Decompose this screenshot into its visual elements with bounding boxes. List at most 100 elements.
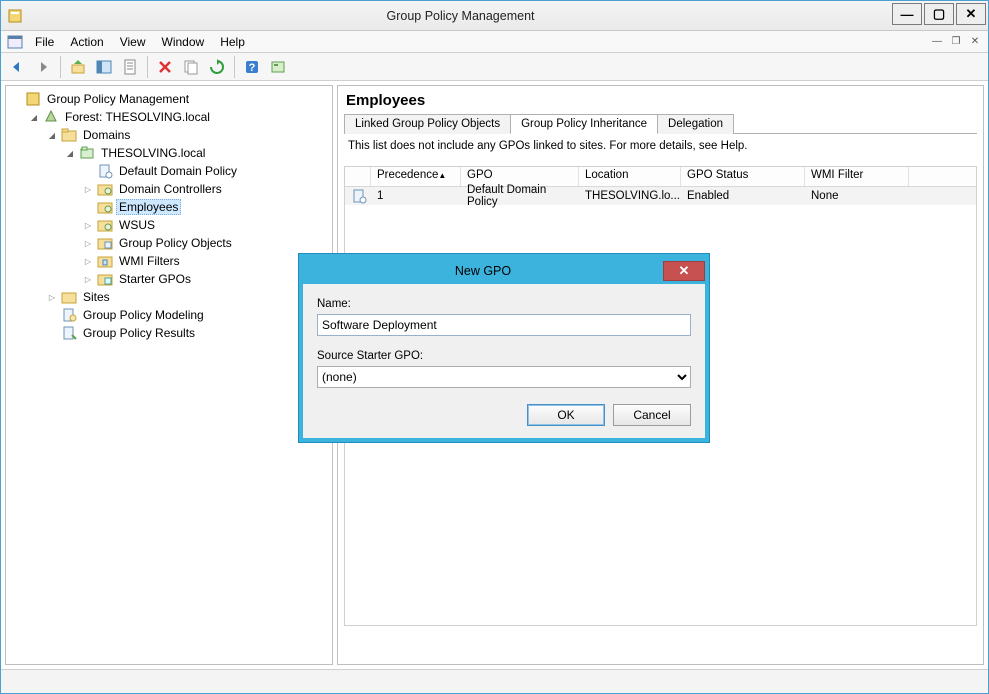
tree-domains-label: Domains [80,127,133,143]
gpo-link-icon [351,188,365,204]
titlebar: Group Policy Management — ▢ ✕ [1,1,988,31]
tree-gpo-container-label: Group Policy Objects [116,235,235,251]
mdi-close-icon[interactable]: ✕ [966,34,984,50]
name-input[interactable] [317,314,691,336]
mdi-restore-icon[interactable]: ❐ [947,34,965,50]
new-gpo-dialog: New GPO ✕ Name: Source Starter GPO: (non… [298,253,710,443]
col-wmi[interactable]: WMI Filter [805,167,909,186]
tabs: Linked Group Policy Objects Group Policy… [344,113,977,134]
cell-location: THESOLVING.lo... [579,189,681,203]
gp-settings-button[interactable] [266,55,290,79]
menu-window[interactable]: Window [154,33,213,51]
domains-folder-icon [61,127,77,143]
gpo-folder-icon [97,235,113,251]
copy-button[interactable] [179,55,203,79]
tree-default-policy-label: Default Domain Policy [116,163,240,179]
tree-wsus-label: WSUS [116,217,158,233]
cell-wmi: None [805,189,909,203]
dialog-close-button[interactable]: ✕ [663,261,705,281]
dialog-titlebar[interactable]: New GPO ✕ [303,258,705,284]
name-label: Name: [317,298,691,310]
starter-select[interactable]: (none) [317,366,691,388]
tree-root-label: Group Policy Management [44,91,192,107]
tree-modeling-label: Group Policy Modeling [80,307,207,323]
mdi-minimize-icon[interactable]: — [928,34,946,50]
tree-sites[interactable]: Sites [44,288,330,306]
dialog-title: New GPO [303,264,663,278]
tree-starter[interactable]: Starter GPOs [80,270,330,288]
tree-starter-label: Starter GPOs [116,271,194,287]
properties-button[interactable] [118,55,142,79]
tab-delegation[interactable]: Delegation [657,114,734,134]
svg-text:?: ? [249,62,256,74]
menubar: File Action View Window Help — ❐ ✕ [1,31,988,53]
show-hide-tree-button[interactable] [92,55,116,79]
grid-row[interactable]: 1 Default Domain Policy THESOLVING.lo...… [345,187,976,205]
toolbar: ? [1,53,988,81]
close-button[interactable]: ✕ [956,3,986,25]
tree-domain-label: THESOLVING.local [98,145,208,161]
tree-wmi-label: WMI Filters [116,253,183,269]
delete-button[interactable] [153,55,177,79]
tab-linked-gpos[interactable]: Linked Group Policy Objects [344,114,511,134]
sites-folder-icon [61,289,77,305]
results-icon [61,325,77,341]
inheritance-note: This list does not include any GPOs link… [344,134,977,158]
tree-sites-label: Sites [80,289,113,305]
tree-domain[interactable]: THESOLVING.local [62,144,330,162]
domain-icon [79,145,95,161]
forest-icon [43,109,59,125]
col-precedence[interactable]: Precedence▲ [371,167,461,186]
tree-default-policy[interactable]: Default Domain Policy [80,162,330,180]
modeling-icon [61,307,77,323]
forward-button[interactable] [31,55,55,79]
starter-label: Source Starter GPO: [317,350,691,362]
menu-action[interactable]: Action [62,33,111,51]
minimize-button[interactable]: — [892,3,922,25]
statusbar [1,669,988,693]
starter-gpo-icon [97,271,113,287]
tree-domain-controllers[interactable]: Domain Controllers [80,180,330,198]
ok-button[interactable]: OK [527,404,605,426]
tree-root[interactable]: Group Policy Management [8,90,330,108]
tree-pane[interactable]: Group Policy Management Forest: THESOLVI… [5,85,333,665]
tree-wsus[interactable]: WSUS [80,216,330,234]
refresh-button[interactable] [205,55,229,79]
ou-icon [97,199,113,215]
grid-header: Precedence▲ GPO Location GPO Status WMI … [345,167,976,187]
tree-gpo-container[interactable]: Group Policy Objects [80,234,330,252]
tree-forest[interactable]: Forest: THESOLVING.local [26,108,330,126]
window-title: Group Policy Management [29,9,892,23]
help-button[interactable]: ? [240,55,264,79]
maximize-button[interactable]: ▢ [924,3,954,25]
mdi-controls: — ❐ ✕ [928,34,988,50]
wmi-icon [97,253,113,269]
cell-status: Enabled [681,189,805,203]
tab-inheritance[interactable]: Group Policy Inheritance [510,114,658,134]
ou-icon [97,217,113,233]
cell-precedence: 1 [371,189,461,203]
sort-asc-icon: ▲ [438,171,446,180]
app-icon [7,8,23,24]
tree-modeling[interactable]: Group Policy Modeling [44,306,330,324]
cancel-button[interactable]: Cancel [613,404,691,426]
tree-employees[interactable]: Employees [80,198,330,216]
tree-wmi[interactable]: WMI Filters [80,252,330,270]
menu-view[interactable]: View [112,33,154,51]
tree-results[interactable]: Group Policy Results [44,324,330,342]
mmc-icon [7,34,23,50]
tree-results-label: Group Policy Results [80,325,198,341]
up-button[interactable] [66,55,90,79]
col-status[interactable]: GPO Status [681,167,805,186]
menu-file[interactable]: File [27,33,62,51]
back-button[interactable] [5,55,29,79]
menu-help[interactable]: Help [212,33,253,51]
col-location[interactable]: Location [579,167,681,186]
tree-forest-label: Forest: THESOLVING.local [62,109,213,125]
details-heading: Employees [346,92,975,109]
tree-domains[interactable]: Domains [44,126,330,144]
tree-dc-label: Domain Controllers [116,181,225,197]
ou-icon [97,181,113,197]
tree-employees-label: Employees [116,199,181,215]
gpm-icon [25,91,41,107]
